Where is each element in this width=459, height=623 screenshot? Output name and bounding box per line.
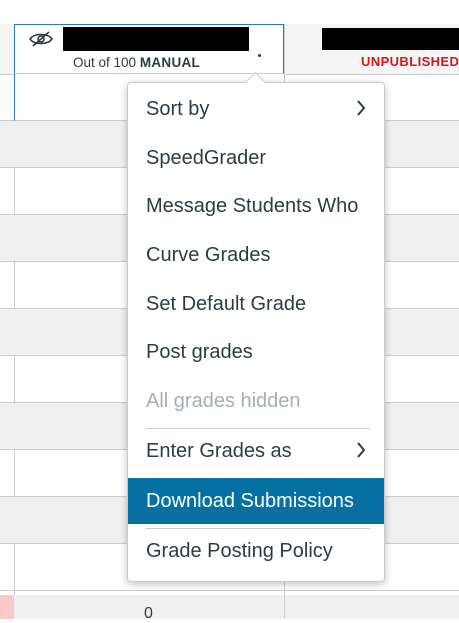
menu-item-label: Set Default Grade [146,293,307,315]
menu-item-all-grades-hidden: All grades hidden [128,378,384,424]
menu-item-sort-by[interactable]: Sort by [128,86,384,132]
redacted-assignment-name [322,28,459,50]
table-row [0,121,14,168]
column-header [0,24,14,75]
menu-item-download-submissions[interactable]: Download Submissions [128,478,384,524]
unpublished-label: UNPUBLISHED [361,54,459,69]
table-row [0,450,14,497]
menu-item-label: Message Students Who [146,195,359,217]
hidden-eye-icon [29,31,53,47]
menu-item-label: Post grades [146,341,253,363]
chevron-right-icon [357,100,366,116]
menu-item-label: SpeedGrader [146,147,267,169]
menu-item-label: All grades hidden [146,390,301,412]
table-row [285,595,459,619]
menu-item-enter-grades-as[interactable]: Enter Grades as [128,428,384,474]
table-row [0,309,14,356]
table-row [0,168,14,215]
table-row [0,595,14,619]
table-row [0,356,14,403]
table-row [0,544,14,591]
student-column-edge [0,24,15,619]
menu-item-set-default-grade[interactable]: Set Default Grade [128,281,384,327]
menu-item-curve-grades[interactable]: Curve Grades [128,232,384,278]
table-row [0,262,14,309]
grade-cell[interactable]: 0 [14,595,284,622]
table-row [0,74,14,121]
points-text: Out of 100 [73,55,137,70]
menu-item-message-students[interactable]: Message Students Who [128,183,384,229]
chevron-right-icon [357,442,366,458]
grading-type: MANUAL [139,55,201,70]
menu-item-label: Enter Grades as [146,440,292,462]
table-row [0,497,14,544]
menu-item-label: Download Submissions [146,490,354,512]
menu-item-post-grades[interactable]: Post grades [128,329,384,375]
column-options-menu: Sort by SpeedGrader Message Students Who… [127,71,385,582]
redacted-assignment-name [63,27,249,51]
menu-item-label: Grade Posting Policy [146,540,333,562]
menu-item-label: Curve Grades [146,244,271,266]
menu-item-label: Sort by [146,98,210,120]
menu-item-speedgrader[interactable]: SpeedGrader [128,135,384,181]
table-row [0,215,14,262]
assignment-column-header[interactable]: Out of 100 MANUAL [14,24,284,74]
next-assignment-header[interactable]: UNPUBLISHED [285,24,459,75]
table-row [0,403,14,450]
column-options-button[interactable] [251,51,267,69]
grade-value: 0 [144,605,153,622]
points-possible: Out of 100 MANUAL [73,55,200,70]
menu-item-grade-posting-policy[interactable]: Grade Posting Policy [128,528,384,574]
